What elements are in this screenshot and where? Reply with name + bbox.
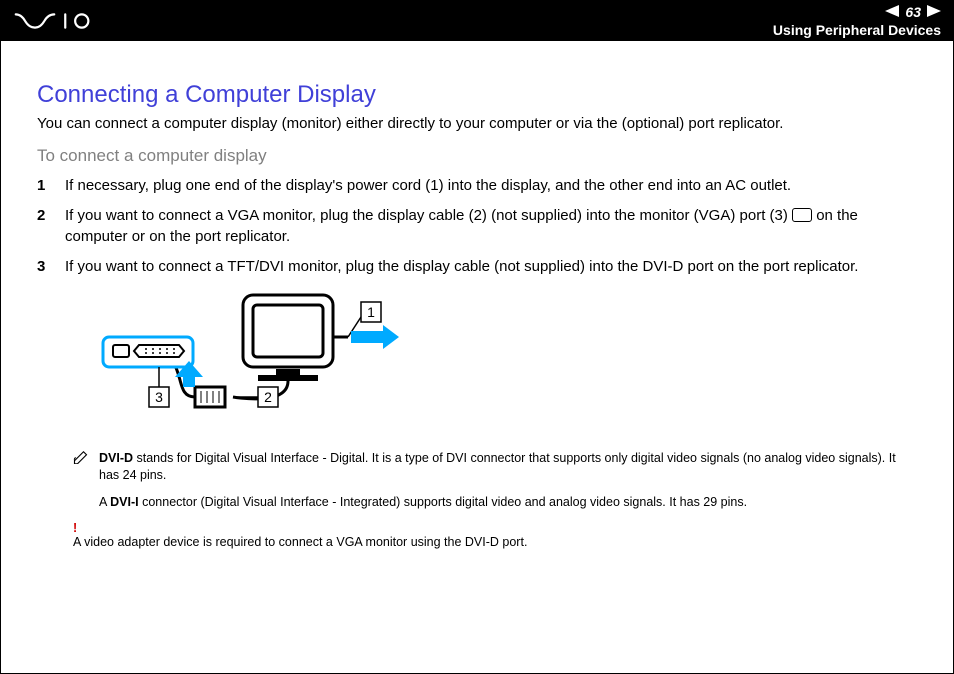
warning-mark-icon: ! — [73, 521, 917, 535]
note-block: DVI-D stands for Digital Visual Interfac… — [73, 450, 917, 511]
step-number: 1 — [37, 176, 51, 196]
document-page: 63 Using Peripheral Devices Connecting a… — [0, 0, 954, 674]
diagram-label-2: 2 — [264, 389, 272, 405]
step-text: If you want to connect a VGA monitor, pl… — [65, 206, 917, 247]
step-text: If necessary, plug one end of the displa… — [65, 176, 791, 196]
header-nav: 63 Using Peripheral Devices — [773, 4, 941, 38]
warning-text: A video adapter device is required to co… — [73, 535, 917, 549]
vaio-logo — [13, 10, 112, 32]
page-number: 63 — [905, 4, 921, 20]
step-number: 3 — [37, 257, 51, 277]
content-area: Connecting a Computer Display You can co… — [1, 41, 953, 559]
step-number: 2 — [37, 206, 51, 247]
monitor-port-icon — [792, 208, 812, 222]
prev-page-arrow-icon[interactable] — [885, 4, 899, 20]
warning-block: ! A video adapter device is required to … — [73, 521, 917, 549]
next-page-arrow-icon[interactable] — [927, 4, 941, 20]
diagram-label-3: 3 — [155, 389, 163, 405]
subtitle: To connect a computer display — [37, 146, 917, 166]
note-text-2: A DVI-I connector (Digital Visual Interf… — [99, 494, 917, 511]
section-label: Using Peripheral Devices — [773, 22, 941, 38]
step-item: 2 If you want to connect a VGA monitor, … — [37, 206, 917, 247]
step-item: 3 If you want to connect a TFT/DVI monit… — [37, 257, 917, 277]
step-text: If you want to connect a TFT/DVI monitor… — [65, 257, 858, 277]
page-title: Connecting a Computer Display — [37, 81, 917, 109]
connection-diagram: 1 2 3 — [83, 287, 917, 432]
note-text-1: DVI-D stands for Digital Visual Interfac… — [99, 450, 917, 484]
header-bar: 63 Using Peripheral Devices — [1, 1, 953, 41]
pencil-icon — [73, 450, 91, 464]
intro-text: You can connect a computer display (moni… — [37, 115, 917, 132]
step-item: 1 If necessary, plug one end of the disp… — [37, 176, 917, 196]
steps-list: 1 If necessary, plug one end of the disp… — [37, 176, 917, 277]
diagram-label-1: 1 — [367, 304, 375, 320]
